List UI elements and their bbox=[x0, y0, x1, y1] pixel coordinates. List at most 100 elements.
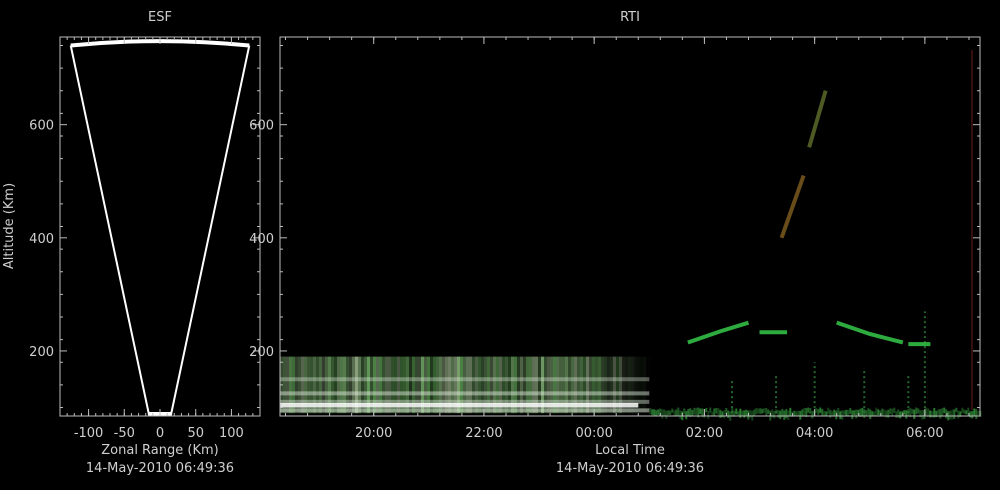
rti-low-echo bbox=[745, 409, 748, 416]
rti-low-echo bbox=[957, 410, 960, 419]
rti-low-echo bbox=[709, 407, 712, 413]
esf-y-tick-label: 200 bbox=[29, 345, 54, 360]
rti-y-tick-label: 200 bbox=[249, 345, 274, 360]
rti-low-echo bbox=[799, 410, 802, 420]
rti-low-echo bbox=[903, 410, 906, 415]
rti-low-echo bbox=[837, 407, 840, 417]
rti-low-echo bbox=[875, 407, 878, 417]
rti-low-echo bbox=[955, 407, 958, 412]
rti-low-echo bbox=[975, 409, 978, 419]
rti-bright-layer bbox=[280, 402, 639, 408]
rti-low-echo bbox=[677, 407, 680, 417]
rti-low-echo bbox=[691, 409, 694, 416]
rti-low-echo bbox=[651, 409, 654, 416]
rti-low-echo bbox=[863, 409, 866, 419]
rti-low-echo bbox=[853, 410, 856, 416]
rti-low-echo bbox=[735, 408, 738, 415]
rti-low-echo bbox=[687, 409, 690, 416]
rti-low-echo bbox=[917, 408, 920, 414]
rti-low-echo bbox=[939, 409, 942, 419]
rti-low-echo bbox=[707, 410, 710, 419]
rti-low-echo bbox=[881, 408, 884, 417]
esf-y-tick-label: 400 bbox=[29, 232, 54, 247]
rti-low-echo bbox=[889, 408, 892, 414]
rti-low-echo bbox=[911, 408, 914, 415]
rti-low-echo bbox=[797, 410, 800, 416]
rti-low-echo bbox=[779, 410, 782, 419]
rti-low-echo bbox=[717, 407, 720, 415]
rti-low-echo bbox=[887, 409, 890, 418]
rti-low-echo bbox=[951, 409, 954, 420]
rti-low-echo bbox=[783, 410, 786, 420]
rti-low-echo bbox=[759, 408, 762, 414]
rti-low-echo bbox=[795, 411, 798, 416]
rti-echo-column bbox=[649, 357, 652, 414]
esf-x-axis-label: Zonal Range (Km) bbox=[101, 443, 218, 458]
rti-low-echo bbox=[705, 408, 708, 413]
rti-low-echo bbox=[855, 409, 858, 419]
rti-low-echo bbox=[749, 410, 752, 418]
rti-low-echo bbox=[737, 411, 740, 416]
rti-x-tick-label: 04:00 bbox=[796, 426, 833, 441]
rti-low-echo bbox=[963, 409, 966, 414]
rti-low-echo bbox=[765, 407, 768, 416]
rti-low-echo bbox=[829, 409, 832, 418]
rti-low-echo bbox=[761, 408, 764, 414]
rti-low-echo bbox=[673, 410, 676, 417]
rti-low-echo bbox=[683, 408, 686, 415]
rti-low-echo bbox=[695, 407, 698, 415]
rti-low-echo bbox=[921, 410, 924, 420]
rti-low-echo bbox=[787, 410, 790, 421]
rti-low-echo bbox=[905, 410, 908, 419]
rti-low-echo bbox=[719, 409, 722, 419]
rti-title: RTI bbox=[620, 10, 640, 25]
rti-echo-column bbox=[646, 357, 649, 414]
rti-x-tick-label: 22:00 bbox=[465, 426, 502, 441]
rti-low-echo bbox=[661, 409, 664, 419]
rti-low-echo bbox=[715, 407, 718, 414]
rti-low-echo bbox=[865, 410, 868, 416]
rti-low-echo bbox=[685, 411, 688, 420]
esf-y-tick-label: 600 bbox=[29, 119, 54, 134]
esf-timestamp: 14-May-2010 06:49:36 bbox=[86, 461, 234, 476]
rti-echo-band bbox=[280, 391, 650, 396]
rti-low-echo bbox=[793, 410, 796, 417]
rti-low-echo bbox=[755, 408, 758, 415]
rti-low-echo bbox=[727, 410, 730, 419]
rti-low-echo bbox=[883, 409, 886, 416]
rti-low-echo bbox=[743, 410, 746, 418]
rti-low-echo bbox=[851, 410, 854, 419]
rti-low-echo bbox=[843, 410, 846, 415]
rti-low-echo bbox=[741, 410, 744, 416]
rti-timestamp: 14-May-2010 06:49:36 bbox=[556, 461, 704, 476]
rti-low-echo bbox=[847, 409, 850, 416]
rti-low-echo bbox=[807, 407, 810, 413]
rti-echo-band bbox=[280, 377, 650, 382]
radar-figure: ESF -100 -50 0 50 100 200 400 600 Zonal Range (… bbox=[0, 0, 1000, 490]
rti-low-echo bbox=[899, 411, 902, 419]
rti-low-echo bbox=[665, 410, 668, 419]
esf-x-tick-label: 100 bbox=[219, 426, 244, 441]
esf-x-tick-label: 50 bbox=[187, 426, 204, 441]
rti-low-echo bbox=[895, 411, 898, 419]
rti-low-echo bbox=[871, 411, 874, 416]
rti-low-echo bbox=[653, 409, 656, 417]
rti-low-echo bbox=[961, 407, 964, 414]
rti-low-echo bbox=[941, 408, 944, 417]
esf-x-tick-label: -100 bbox=[74, 426, 104, 441]
rti-low-echo bbox=[915, 407, 918, 415]
rti-low-echo bbox=[845, 409, 848, 416]
rti-low-echo bbox=[817, 409, 820, 415]
rti-y-tick-label: 400 bbox=[249, 232, 274, 247]
esf-x-tick-label: -50 bbox=[114, 426, 135, 441]
rti-low-echo bbox=[713, 408, 716, 416]
rti-low-echo bbox=[893, 407, 896, 413]
rti-low-echo bbox=[839, 411, 842, 420]
rti-low-echo bbox=[891, 408, 894, 417]
rti-low-echo bbox=[831, 411, 834, 417]
rti-low-echo bbox=[809, 407, 812, 414]
rti-low-echo bbox=[757, 408, 760, 414]
rti-low-echo bbox=[973, 408, 976, 417]
rti-low-echo bbox=[753, 409, 756, 417]
rti-low-echo bbox=[811, 411, 814, 419]
